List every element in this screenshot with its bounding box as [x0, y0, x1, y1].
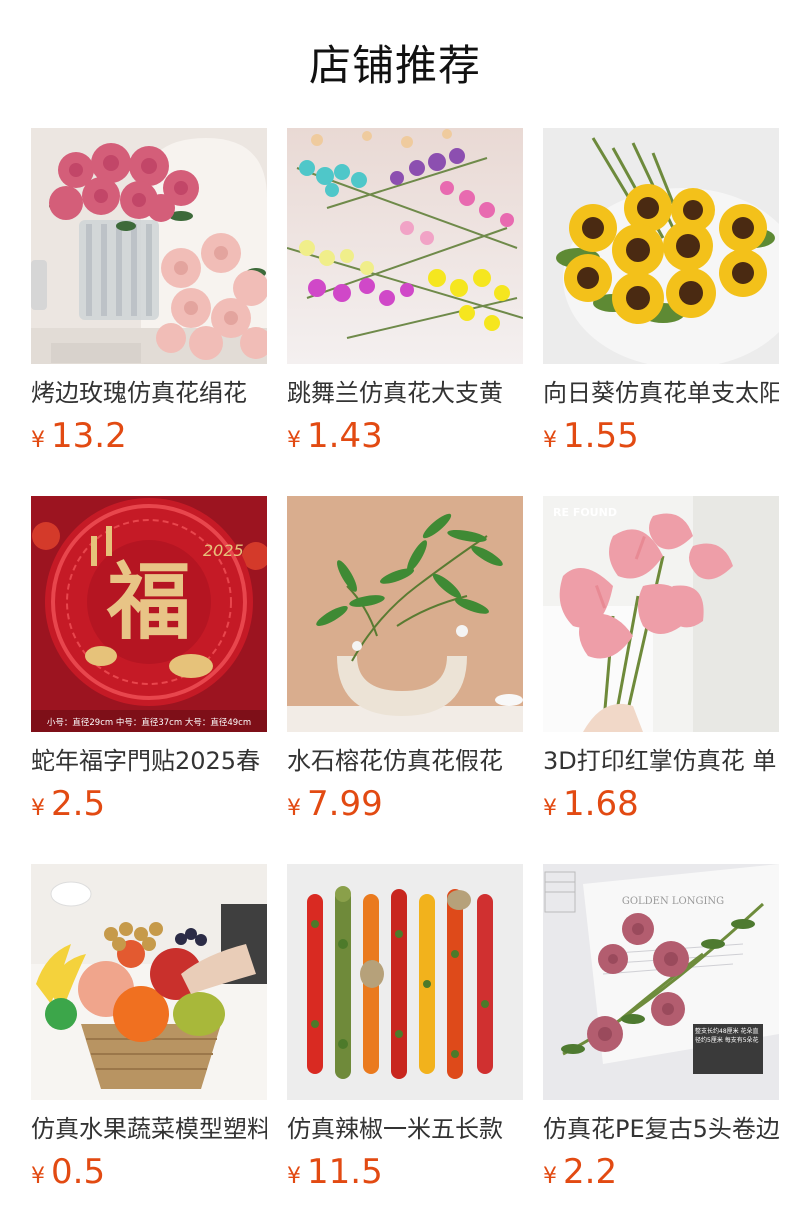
- product-price: ¥1.43: [287, 416, 523, 456]
- dancing-orchid-image: [287, 128, 523, 364]
- product-image[interactable]: RE FOUND: [543, 496, 779, 732]
- product-title[interactable]: 烤边玫瑰仿真花绢花: [31, 378, 267, 408]
- product-image[interactable]: GOLDEN LONGING 整支长约48厘米 花朵直径约5厘米 每支有5朵花: [543, 864, 779, 1100]
- product-price: ¥1.68: [543, 784, 779, 824]
- product-title[interactable]: 仿真花PE复古5头卷边: [543, 1114, 779, 1144]
- product-title[interactable]: 水石榕花仿真花假花: [287, 746, 523, 776]
- currency-symbol: ¥: [543, 428, 557, 453]
- currency-symbol: ¥: [287, 796, 301, 821]
- currency-symbol: ¥: [543, 796, 557, 821]
- price-value: 1.43: [307, 416, 383, 456]
- product-title[interactable]: 3D打印红掌仿真花 单: [543, 746, 779, 776]
- size-caption: 小号：直径29cm 中号：直径37cm 大号：直径49cm: [47, 717, 251, 728]
- pink-anthurium-image: RE FOUND: [543, 496, 779, 732]
- price-value: 2.5: [51, 784, 106, 824]
- currency-symbol: ¥: [31, 428, 45, 453]
- product-image[interactable]: [543, 128, 779, 364]
- product-title[interactable]: 仿真水果蔬菜模型塑料: [31, 1114, 267, 1144]
- product-price: ¥7.99: [287, 784, 523, 824]
- price-value: 0.5: [51, 1152, 106, 1192]
- price-value: 2.2: [563, 1152, 618, 1192]
- product-card[interactable]: GOLDEN LONGING 整支长约48厘米 花朵直径约5厘米 每支有5朵花 …: [543, 864, 779, 1192]
- product-card[interactable]: 烤边玫瑰仿真花绢花 ¥13.2: [31, 128, 267, 456]
- product-price: ¥13.2: [31, 416, 267, 456]
- product-price: ¥2.2: [543, 1152, 779, 1192]
- hanging-peppers-image: [287, 864, 523, 1100]
- price-value: 13.2: [51, 416, 127, 456]
- product-image[interactable]: [287, 864, 523, 1100]
- image-text: GOLDEN LONGING: [622, 896, 724, 907]
- price-value: 11.5: [307, 1152, 383, 1192]
- product-card[interactable]: 仿真辣椒一米五长款 ¥11.5: [287, 864, 523, 1192]
- svg-text:2025: 2025: [203, 541, 244, 560]
- size-label: 整支长约48厘米 花朵直径约5厘米 每支有5朵花: [695, 1028, 759, 1044]
- product-card[interactable]: 仿真水果蔬菜模型塑料 ¥0.5: [31, 864, 267, 1192]
- sunflower-bouquet-image: [543, 128, 779, 364]
- product-image[interactable]: [31, 128, 267, 364]
- product-card[interactable]: 跳舞兰仿真花大支黄 ¥1.43: [287, 128, 523, 456]
- product-image[interactable]: [287, 496, 523, 732]
- product-title[interactable]: 蛇年福字門贴2025春: [31, 746, 267, 776]
- currency-symbol: ¥: [287, 1164, 301, 1189]
- green-branch-vase-image: [287, 496, 523, 732]
- currency-symbol: ¥: [31, 1164, 45, 1189]
- product-image[interactable]: [287, 128, 523, 364]
- fu-door-sticker-image: 福 2025 小号：直径29cm 中号：直径37cm 大号：直径49cm: [31, 496, 267, 732]
- currency-symbol: ¥: [287, 428, 301, 453]
- product-price: ¥0.5: [31, 1152, 267, 1192]
- product-title[interactable]: 向日葵仿真花单支太阳: [543, 378, 779, 408]
- price-value: 1.68: [563, 784, 639, 824]
- product-price: ¥1.55: [543, 416, 779, 456]
- product-image[interactable]: [31, 864, 267, 1100]
- pink-roses-vase-image: [31, 128, 267, 364]
- fruit-basket-image: [31, 864, 267, 1100]
- product-price: ¥2.5: [31, 784, 267, 824]
- brand-logo: RE FOUND: [553, 506, 617, 519]
- product-card[interactable]: 向日葵仿真花单支太阳 ¥1.55: [543, 128, 779, 456]
- vintage-roses-image: GOLDEN LONGING 整支长约48厘米 花朵直径约5厘米 每支有5朵花: [543, 864, 779, 1100]
- product-price: ¥11.5: [287, 1152, 523, 1192]
- product-title[interactable]: 仿真辣椒一米五长款: [287, 1114, 523, 1144]
- price-value: 7.99: [307, 784, 383, 824]
- product-image[interactable]: 福 2025 小号：直径29cm 中号：直径37cm 大号：直径49cm: [31, 496, 267, 732]
- section-title: 店铺推荐: [308, 41, 481, 90]
- currency-symbol: ¥: [543, 1164, 557, 1189]
- product-card[interactable]: 福 2025 小号：直径29cm 中号：直径37cm 大号：直径49cm 蛇年福…: [31, 496, 267, 824]
- product-card[interactable]: 水石榕花仿真花假花 ¥7.99: [287, 496, 523, 824]
- product-title[interactable]: 跳舞兰仿真花大支黄: [287, 378, 523, 408]
- fu-glyph: 福: [106, 552, 191, 651]
- product-card[interactable]: RE FOUND 3D打印红掌仿真花 单 ¥1.68: [543, 496, 779, 824]
- section-header: 店铺推荐: [0, 0, 790, 128]
- price-value: 1.55: [563, 416, 639, 456]
- currency-symbol: ¥: [31, 796, 45, 821]
